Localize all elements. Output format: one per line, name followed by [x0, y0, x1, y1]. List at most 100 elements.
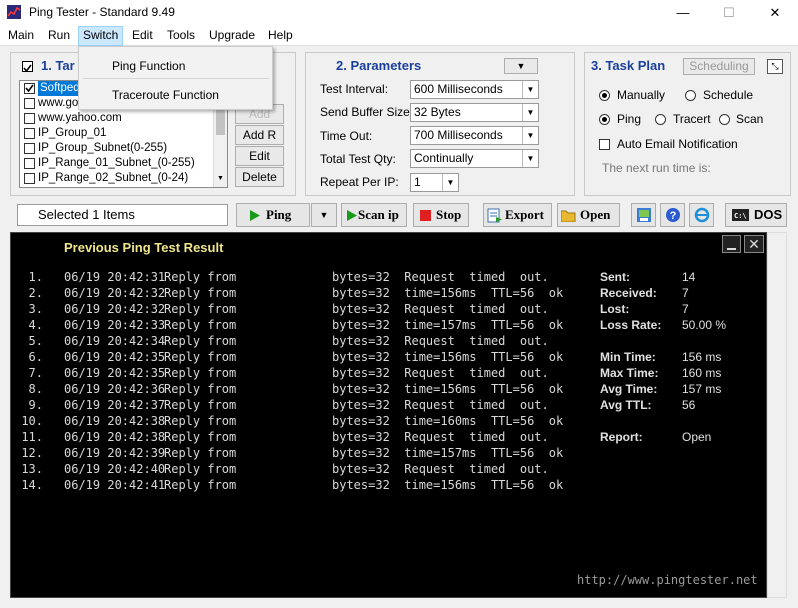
- stat-value: 14: [682, 270, 696, 284]
- menu-edit[interactable]: Edit: [128, 26, 157, 46]
- test-interval-label: Test Interval:: [320, 82, 389, 96]
- menu-tools[interactable]: Tools: [163, 26, 199, 46]
- manually-radio[interactable]: [599, 90, 610, 101]
- menu-main[interactable]: Main: [4, 26, 38, 46]
- row-result: bytes=32 time=157ms TTL=56 ok: [332, 318, 564, 332]
- stat-label: Report:: [600, 430, 643, 444]
- row-result: bytes=32 time=156ms TTL=56 ok: [332, 478, 564, 492]
- tracert-radio[interactable]: [655, 114, 666, 125]
- parameters-panel: 2. Parameters ▼ Test Interval: 600 Milli…: [305, 52, 575, 196]
- timeout-select[interactable]: 700 Milliseconds ▼: [410, 126, 539, 145]
- list-item[interactable]: IP_Group_01: [22, 126, 212, 141]
- stat-label: Max Time:: [600, 366, 659, 380]
- row-reply: Reply from: [164, 302, 237, 316]
- help-button[interactable]: ?: [660, 203, 685, 227]
- stop-button[interactable]: Stop: [413, 203, 469, 227]
- ping-button[interactable]: Ping: [236, 203, 310, 227]
- ping-radio[interactable]: [599, 114, 610, 125]
- list-item[interactable]: www.yahoo.com: [22, 111, 212, 126]
- add-range-button[interactable]: Add R: [235, 125, 284, 145]
- console-scrollbar[interactable]: [767, 232, 787, 598]
- minimize-console-button[interactable]: [722, 235, 741, 253]
- chevron-down-icon: ▼: [522, 81, 538, 98]
- save-image-button[interactable]: [631, 203, 656, 227]
- list-item[interactable]: IP_Range_02_Subnet_(0-24): [22, 171, 212, 186]
- row-reply: Reply from: [164, 398, 237, 412]
- svg-text:?: ?: [670, 210, 677, 222]
- menu-bar: Main Run Switch Edit Tools Upgrade Help: [0, 26, 798, 46]
- menu-upgrade[interactable]: Upgrade: [205, 26, 259, 46]
- list-item[interactable]: IP_Group_Subnet(0-255): [22, 141, 212, 156]
- item-label: IP_Range_02_Subnet_(0-24): [38, 172, 189, 184]
- chevron-down-icon: ▼: [522, 150, 538, 167]
- traceroute-function-item[interactable]: Traceroute Function: [112, 88, 219, 102]
- row-number: 8.: [28, 382, 43, 396]
- menu-switch[interactable]: Switch: [78, 26, 124, 46]
- schedule-radio[interactable]: [685, 90, 696, 101]
- browser-button[interactable]: [689, 203, 714, 227]
- item-checkbox[interactable]: [24, 83, 35, 94]
- scroll-down-icon[interactable]: ▼: [217, 175, 224, 182]
- email-notification-checkbox[interactable]: [599, 139, 610, 150]
- row-time: 06/19 20:42:38: [64, 430, 166, 444]
- close-button[interactable]: ✕: [752, 0, 798, 26]
- open-button[interactable]: Open: [557, 203, 620, 227]
- send-buffer-select[interactable]: 32 Bytes ▼: [410, 103, 539, 122]
- folder-icon: [561, 210, 576, 222]
- scan-ip-button[interactable]: Scan ip: [341, 203, 407, 227]
- menu-separator: [83, 78, 269, 79]
- help-icon: ?: [666, 208, 680, 222]
- total-qty-select[interactable]: Continually ▼: [410, 149, 539, 168]
- repeat-per-ip-select[interactable]: 1 ▼: [410, 173, 459, 192]
- export-icon: [487, 208, 502, 223]
- image-icon: [637, 208, 651, 222]
- row-number: 7.: [28, 366, 43, 380]
- play-icon: [347, 210, 357, 221]
- stat-value[interactable]: Open: [682, 430, 711, 444]
- send-buffer-value: 32 Bytes: [414, 105, 461, 119]
- row-number: 10.: [21, 414, 43, 428]
- row-time: 06/19 20:42:31: [64, 270, 166, 284]
- item-checkbox[interactable]: [24, 158, 35, 169]
- stat-label: Avg Time:: [600, 382, 658, 396]
- close-console-button[interactable]: ✕: [744, 235, 764, 253]
- item-label: IP_Group_Subnet(0-255): [38, 142, 168, 154]
- row-time: 06/19 20:42:37: [64, 398, 166, 412]
- item-checkbox[interactable]: [24, 143, 35, 154]
- selected-count-box: Selected 1 Items: [17, 204, 228, 226]
- item-checkbox[interactable]: [24, 173, 35, 184]
- dos-button[interactable]: C:\ DOS: [725, 203, 787, 227]
- item-checkbox[interactable]: [24, 98, 35, 109]
- timeout-value: 700 Milliseconds: [414, 128, 503, 142]
- ping-function-item[interactable]: Ping Function: [112, 59, 185, 73]
- item-label: www.yahoo.com: [38, 112, 122, 124]
- row-reply: Reply from: [164, 430, 237, 444]
- row-time: 06/19 20:42:40: [64, 462, 166, 476]
- edit-button[interactable]: Edit: [235, 146, 284, 166]
- delete-button[interactable]: Delete: [235, 167, 284, 187]
- ping-label: Ping: [617, 112, 642, 126]
- menu-help[interactable]: Help: [264, 26, 297, 46]
- minimize-button[interactable]: —: [660, 0, 706, 26]
- row-result: bytes=32 Request timed out.: [332, 430, 549, 444]
- maximize-button[interactable]: ☐: [706, 0, 752, 26]
- stat-label: Loss Rate:: [600, 318, 662, 332]
- select-all-checkbox[interactable]: [22, 61, 33, 73]
- expand-icon[interactable]: ⤡: [767, 59, 783, 74]
- item-checkbox[interactable]: [24, 128, 35, 139]
- row-time: 06/19 20:42:32: [64, 302, 166, 316]
- email-notification-label: Auto Email Notification: [617, 137, 738, 151]
- test-interval-select[interactable]: 600 Milliseconds ▼: [410, 80, 539, 99]
- footer-url[interactable]: http://www.pingtester.net: [577, 573, 758, 587]
- item-checkbox[interactable]: [24, 113, 35, 124]
- menu-run[interactable]: Run: [44, 26, 74, 46]
- ping-dropdown-button[interactable]: ▼: [311, 203, 337, 227]
- list-item[interactable]: IP_Range_01_Subnet_(0-255): [22, 156, 212, 171]
- parameters-collapse-button[interactable]: ▼: [504, 58, 538, 74]
- minimize-icon: [727, 248, 736, 250]
- row-time: 06/19 20:42:38: [64, 414, 166, 428]
- row-time: 06/19 20:42:34: [64, 334, 166, 348]
- export-button[interactable]: Export: [483, 203, 552, 227]
- scan-radio[interactable]: [719, 114, 730, 125]
- scheduling-button[interactable]: Scheduling: [683, 58, 755, 75]
